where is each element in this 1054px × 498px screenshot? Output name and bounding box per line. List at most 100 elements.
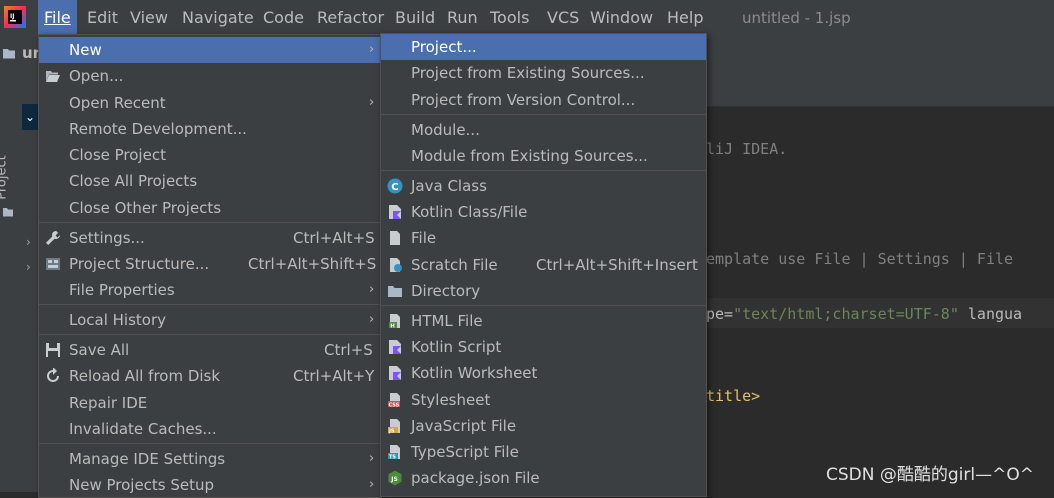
menu-run[interactable]: Run (441, 0, 484, 36)
menu-vcs[interactable]: VCS (541, 0, 585, 36)
menu-item-new[interactable]: New › (39, 37, 381, 63)
menu-separator (39, 334, 381, 335)
menu-item-open-recent[interactable]: Open Recent › (39, 90, 381, 116)
menu-item-kotlin-class[interactable]: Kotlin Class/File (381, 199, 706, 225)
menu-item-reload-all[interactable]: Reload All from Disk Ctrl+Alt+Y (39, 363, 381, 389)
menu-item-directory[interactable]: Directory (381, 278, 706, 304)
chevron-right-icon: › (369, 312, 375, 327)
scratch-file-icon (390, 258, 402, 272)
menu-item-module[interactable]: Module... (381, 117, 706, 143)
code-line: pe="text/html;charset=UTF-8" langua (706, 305, 1022, 323)
kotlin-script-icon (389, 340, 401, 354)
menu-build[interactable]: Build (389, 0, 441, 36)
html-file-icon: H (389, 314, 400, 329)
menu-item-kotlin-script[interactable]: Kotlin Script (381, 334, 706, 360)
java-class-icon: C (387, 178, 403, 194)
code-tag: title> (706, 387, 761, 405)
code-attr: pe= (706, 305, 734, 323)
save-icon (46, 343, 60, 357)
menu-item-new-projects-setup[interactable]: New Projects Setup › (39, 472, 381, 498)
menu-item-kotlin-worksheet[interactable]: Kotlin Worksheet (381, 360, 706, 386)
watermark: CSDN @酷酷的girl—^O^ (826, 465, 1034, 485)
svg-text:TS: TS (389, 454, 396, 460)
kotlin-class-icon (389, 205, 401, 219)
menu-separator (39, 443, 381, 444)
menu-item-html-file[interactable]: H HTML File (381, 308, 706, 334)
shortcut-label: Ctrl+S (324, 341, 373, 359)
folder-icon (388, 286, 402, 297)
chevron-right-icon: › (369, 282, 375, 297)
shortcut-label: Ctrl+Alt+Shift+S (248, 255, 377, 273)
kotlin-worksheet-icon (389, 366, 401, 380)
folder-icon (3, 208, 13, 217)
refresh-icon (47, 368, 59, 382)
intellij-app-icon[interactable]: IJ (4, 6, 26, 28)
menu-navigate[interactable]: Navigate (176, 0, 260, 36)
chevron-right-icon: › (369, 95, 375, 110)
open-folder-icon (46, 71, 60, 82)
menu-item-javascript-file[interactable]: JS JavaScript File (381, 413, 706, 439)
chevron-right-icon: › (369, 477, 375, 492)
menu-item-scratch-file[interactable]: Scratch File Ctrl+Alt+Shift+Insert (381, 252, 706, 278)
menu-item-package-json[interactable]: JS package.json File (381, 465, 706, 491)
menu-item-stylesheet[interactable]: CSS Stylesheet (381, 387, 706, 413)
code-line: emplate use File | Settings | File (706, 250, 1014, 268)
svg-text:CSS: CSS (389, 402, 400, 408)
menu-code[interactable]: Code (257, 0, 310, 36)
menu-item-project-structure[interactable]: Project Structure... Ctrl+Alt+Shift+S (39, 251, 381, 277)
chevron-right-icon[interactable]: › (26, 235, 31, 249)
svg-text:JS: JS (388, 428, 395, 434)
menu-item-project-from-vcs[interactable]: Project from Version Control... (381, 87, 706, 113)
svg-text:H: H (390, 323, 395, 329)
svg-text:IJ: IJ (10, 13, 14, 20)
svg-text:JS: JS (390, 476, 398, 483)
svg-text:C: C (391, 182, 398, 193)
editor-tab-bar (706, 76, 1054, 107)
menu-item-save-all[interactable]: Save All Ctrl+S (39, 337, 381, 363)
menu-item-java-class[interactable]: C Java Class (381, 173, 706, 199)
code-attr: langua (958, 305, 1023, 323)
window-title: untitled - 1.jsp (742, 9, 851, 27)
menu-separator (381, 170, 706, 171)
code-line: liJ IDEA. (706, 140, 788, 158)
menu-item-module-from-existing[interactable]: Module from Existing Sources... (381, 143, 706, 169)
menu-tools[interactable]: Tools (484, 0, 535, 36)
chevron-right-icon: › (369, 42, 375, 57)
menu-view[interactable]: View (124, 0, 174, 36)
stylesheet-icon: CSS (388, 393, 400, 408)
project-tool-window-tab[interactable]: Project (0, 155, 10, 199)
menu-refactor[interactable]: Refactor (311, 0, 390, 36)
wrench-icon (46, 231, 60, 245)
javascript-file-icon: JS (388, 419, 400, 434)
menu-item-local-history[interactable]: Local History › (39, 307, 381, 333)
menu-item-invalidate-caches[interactable]: Invalidate Caches... (39, 416, 381, 442)
menu-item-new-project[interactable]: Project... (381, 34, 706, 60)
menu-item-open[interactable]: Open... (39, 63, 381, 89)
file-icon (390, 231, 400, 245)
menu-item-close-all-projects[interactable]: Close All Projects (39, 168, 381, 194)
menu-item-manage-ide-settings[interactable]: Manage IDE Settings › (39, 446, 381, 472)
menu-item-remote-development[interactable]: Remote Development... (39, 116, 381, 142)
code-string: "text/html;charset=UTF-8" (733, 305, 959, 323)
folder-icon (3, 49, 15, 59)
menu-separator (39, 222, 381, 223)
menu-item-close-project[interactable]: Close Project (39, 142, 381, 168)
shortcut-label: Ctrl+Alt+Y (293, 367, 375, 385)
menu-item-repair-ide[interactable]: Repair IDE (39, 390, 381, 416)
menu-help[interactable]: Help (661, 0, 709, 36)
chevron-down-icon[interactable]: ⌄ (25, 110, 35, 124)
menu-item-file[interactable]: File (381, 225, 706, 251)
chevron-right-icon[interactable]: › (26, 260, 31, 274)
menu-item-close-other-projects[interactable]: Close Other Projects (39, 195, 381, 221)
menu-window[interactable]: Window (584, 0, 659, 36)
menu-separator (39, 304, 381, 305)
menu-edit[interactable]: Edit (81, 0, 124, 36)
menu-item-file-properties[interactable]: File Properties › (39, 277, 381, 303)
tool-window-strip: Project (0, 76, 23, 492)
menu-separator (381, 114, 706, 115)
menu-item-settings[interactable]: Settings... Ctrl+Alt+S (39, 225, 381, 251)
new-submenu: Project... Project from Existing Sources… (380, 33, 707, 497)
menu-item-typescript-file[interactable]: TS TypeScript File (381, 439, 706, 465)
menu-item-project-from-existing[interactable]: Project from Existing Sources... (381, 60, 706, 86)
menu-file[interactable]: File (38, 0, 77, 36)
